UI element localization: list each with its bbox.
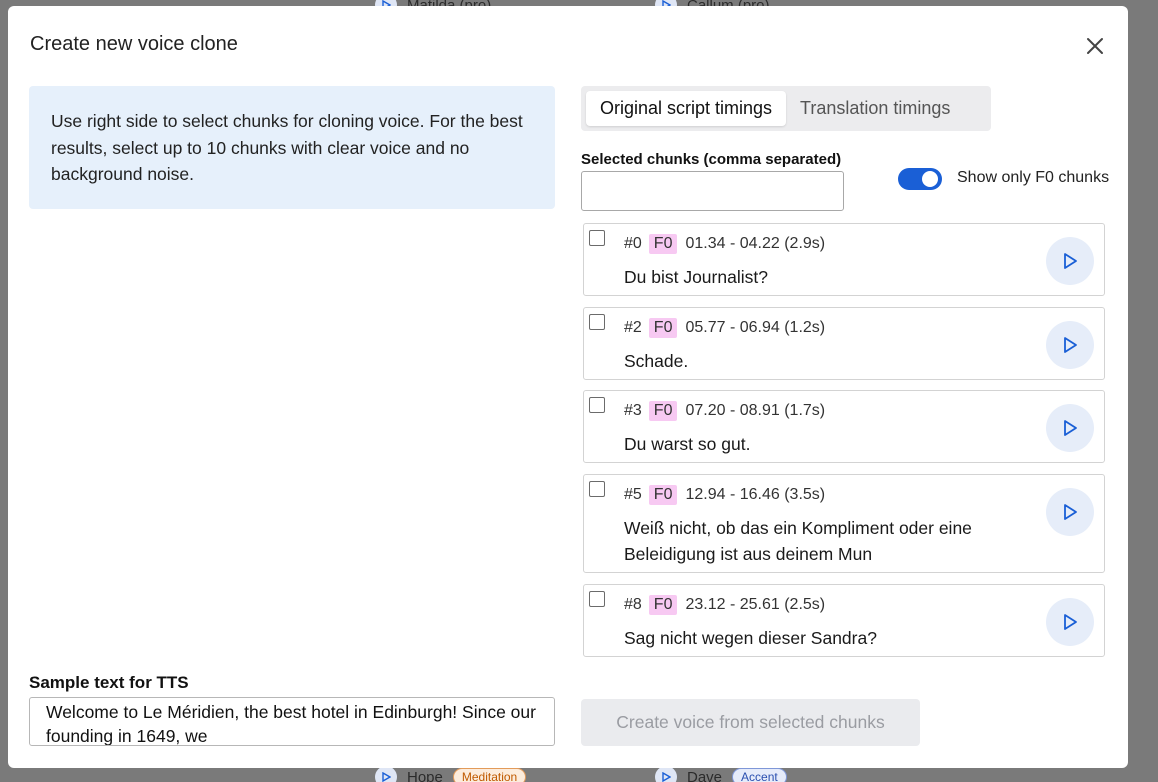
- play-icon: [1064, 420, 1077, 436]
- background-voice-item: Dave Accent: [655, 766, 787, 782]
- chunk-checkbox[interactable]: [589, 397, 605, 413]
- chunk-checkbox[interactable]: [589, 591, 605, 607]
- chunk-text: Du bist Journalist?: [624, 267, 768, 287]
- chunk-meta: #0 F0 01.34 - 04.22 (2.9s): [624, 234, 825, 254]
- play-icon: [1064, 614, 1077, 630]
- tts-sample-label: Sample text for TTS: [29, 673, 189, 692]
- chunk-tag: F0: [648, 595, 678, 615]
- chunk-card: #3 F0 07.20 - 08.91 (1.7s) Du warst so g…: [583, 390, 1105, 463]
- play-button[interactable]: [1046, 321, 1094, 369]
- chunk-text: Schade.: [624, 351, 689, 371]
- chunk-checkbox[interactable]: [589, 481, 605, 497]
- chunk-card: #5 F0 12.94 - 16.46 (3.5s) Weiß nicht, o…: [583, 474, 1105, 573]
- play-icon: [1064, 504, 1077, 520]
- info-box: Use right side to select chunks for clon…: [29, 86, 555, 209]
- chunk-number: #0: [624, 235, 642, 252]
- chunk-checkbox[interactable]: [589, 314, 605, 330]
- play-icon: [655, 766, 677, 782]
- create-voice-button[interactable]: Create voice from selected chunks: [581, 699, 920, 746]
- voice-clone-modal: Create new voice clone Use right side to…: [8, 6, 1128, 768]
- chunk-timing: 05.77 - 06.94 (1.2s): [685, 319, 826, 336]
- chunk-number: #8: [624, 596, 642, 613]
- chunk-timing: 23.12 - 25.61 (2.5s): [685, 596, 826, 613]
- chunk-timing: 01.34 - 04.22 (2.9s): [685, 235, 826, 252]
- chunk-text: Du warst so gut.: [624, 434, 751, 454]
- background-voice-name: Dave: [687, 768, 723, 782]
- background-voice-badge: Meditation: [452, 768, 527, 782]
- chunk-tag: F0: [648, 318, 678, 338]
- play-button[interactable]: [1046, 488, 1094, 536]
- toggle-knob: [922, 171, 938, 187]
- chunk-number: #2: [624, 319, 642, 336]
- selected-chunks-label: Selected chunks (comma separated): [581, 151, 842, 168]
- close-icon[interactable]: [1084, 35, 1106, 57]
- chunk-tag: F0: [648, 234, 678, 254]
- chunk-number: #5: [624, 486, 642, 503]
- play-icon: [375, 766, 397, 782]
- chunk-meta: #3 F0 07.20 - 08.91 (1.7s): [624, 401, 825, 421]
- tts-sample-textarea[interactable]: Welcome to Le Méridien, the best hotel i…: [29, 697, 555, 746]
- chunk-tag: F0: [648, 401, 678, 421]
- f0-only-toggle-label: Show only F0 chunks: [957, 169, 1110, 186]
- background-voice-item: Hope Meditation: [375, 766, 527, 782]
- play-button[interactable]: [1046, 237, 1094, 285]
- chunk-text: Sag nicht wegen dieser Sandra?: [624, 628, 877, 648]
- play-icon: [1064, 337, 1077, 353]
- tab-translation-timings[interactable]: Translation timings: [786, 91, 964, 126]
- chunk-timing: 12.94 - 16.46 (3.5s): [685, 486, 826, 503]
- chunk-number: #3: [624, 402, 642, 419]
- chunk-timing: 07.20 - 08.91 (1.7s): [685, 402, 826, 419]
- f0-only-toggle[interactable]: [898, 168, 942, 190]
- chunk-card: #2 F0 05.77 - 06.94 (1.2s) Schade.: [583, 307, 1105, 380]
- chunk-card: #8 F0 23.12 - 25.61 (2.5s) Sag nicht weg…: [583, 584, 1105, 657]
- background-bottom-row: Hope Meditation Dave Accent: [0, 766, 1158, 782]
- chunk-checkbox[interactable]: [589, 230, 605, 246]
- chunk-meta: #8 F0 23.12 - 25.61 (2.5s): [624, 595, 825, 615]
- play-button[interactable]: [1046, 404, 1094, 452]
- chunk-card: #0 F0 01.34 - 04.22 (2.9s) Du bist Journ…: [583, 223, 1105, 296]
- tab-original-script-timings[interactable]: Original script timings: [586, 91, 787, 126]
- play-button[interactable]: [1046, 598, 1094, 646]
- modal-title: Create new voice clone: [30, 33, 238, 55]
- selected-chunks-input[interactable]: [581, 171, 844, 211]
- background-voice-name: Hope: [407, 768, 443, 782]
- chunk-text: Weiß nicht, ob das ein Kompliment oder e…: [624, 518, 972, 564]
- chunk-meta: #5 F0 12.94 - 16.46 (3.5s): [624, 485, 825, 505]
- chunk-tag: F0: [648, 485, 678, 505]
- timing-tabs: Original script timings Translation timi…: [581, 86, 991, 131]
- chunk-meta: #2 F0 05.77 - 06.94 (1.2s): [624, 318, 825, 338]
- play-icon: [1064, 253, 1077, 269]
- background-voice-badge: Accent: [732, 768, 787, 782]
